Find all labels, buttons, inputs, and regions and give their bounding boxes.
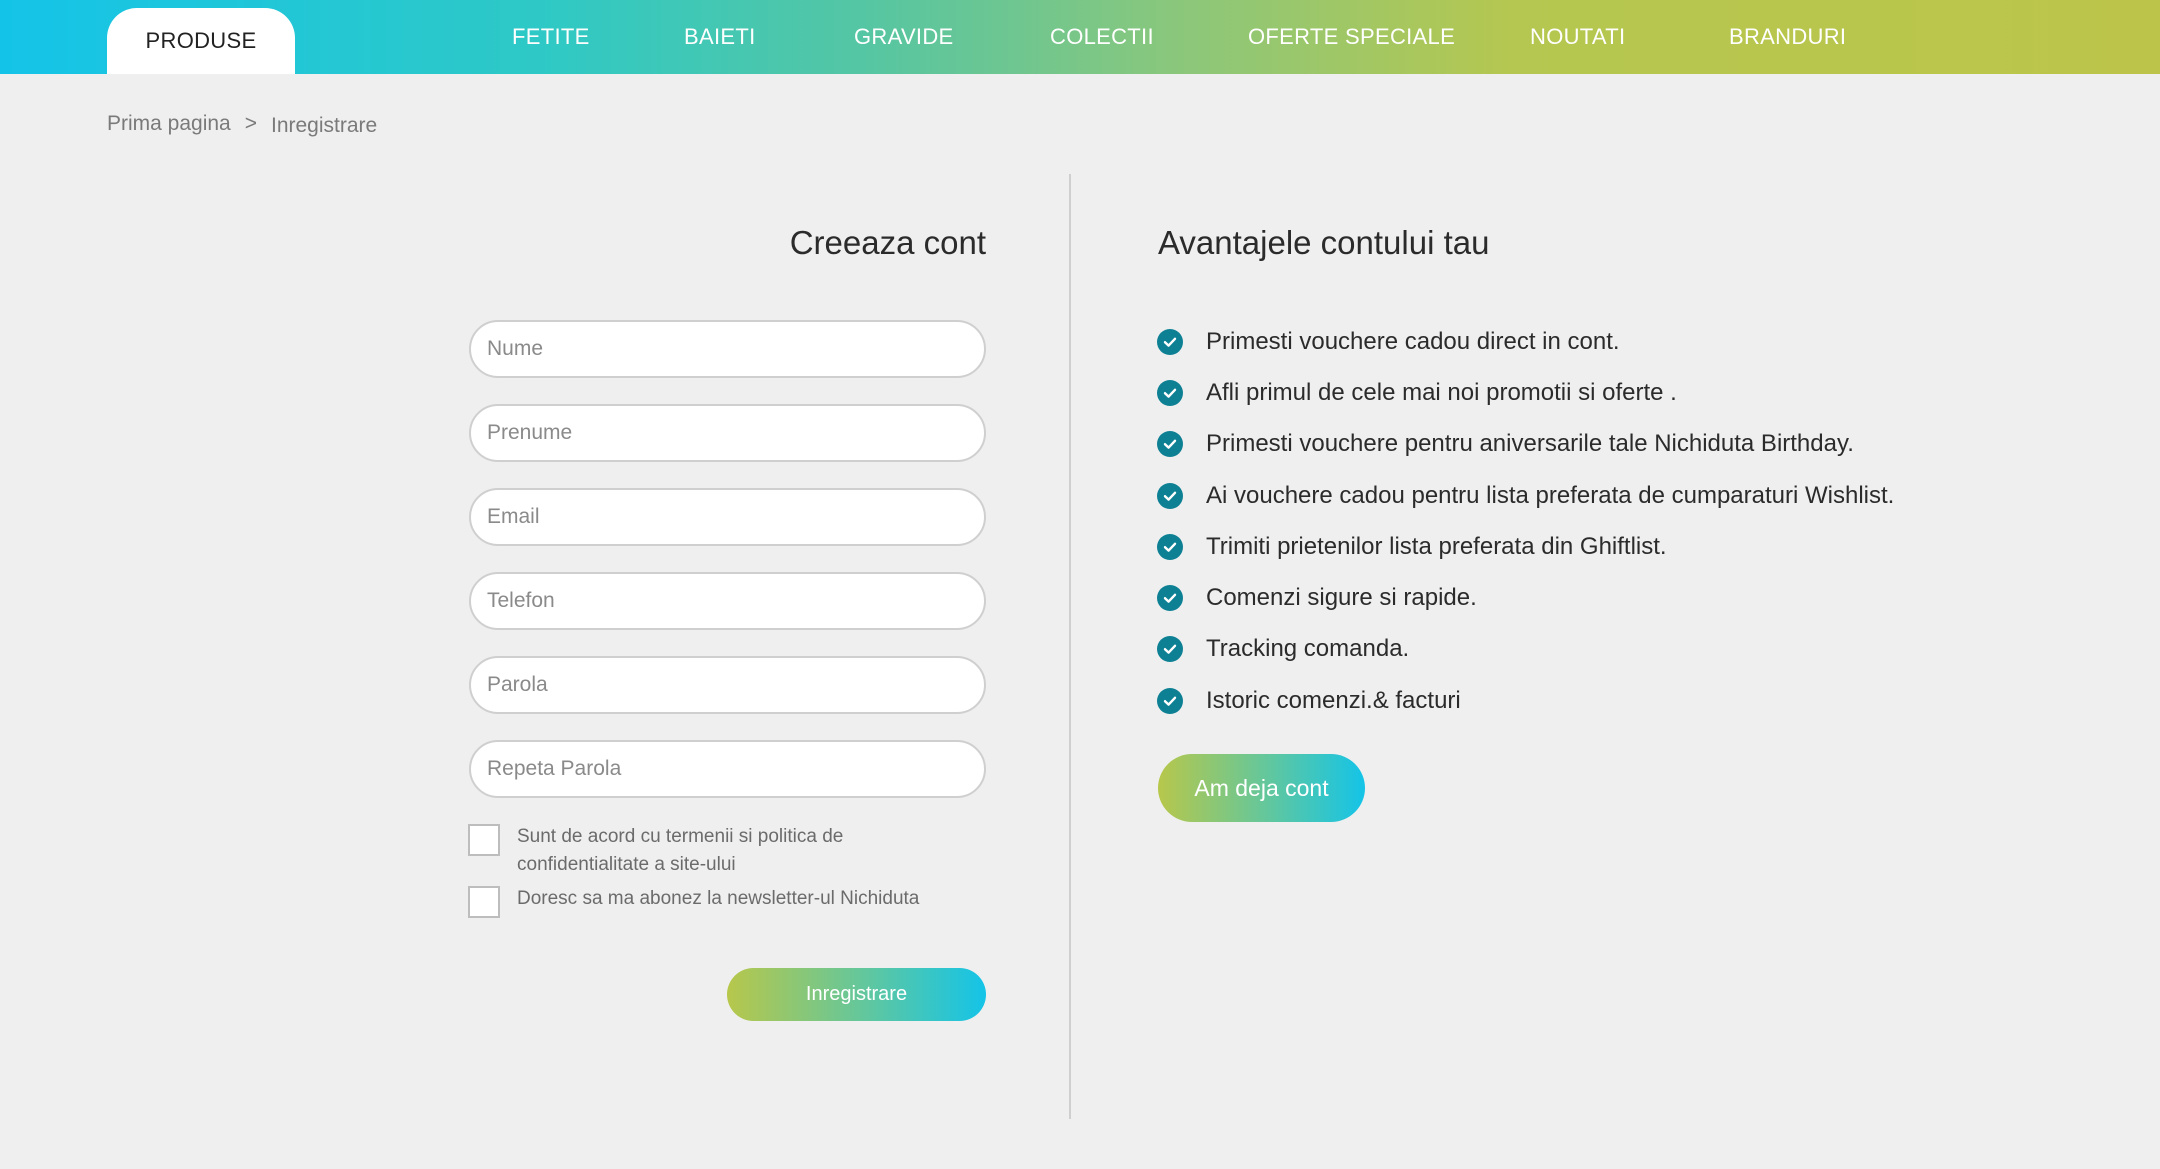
benefit-text: Ai vouchere cadou pentru lista preferata… (1206, 481, 1895, 509)
terms-row: Sunt de acord cu termenii si politica de… (468, 824, 937, 879)
benefit-text: Istoric comenzi.& facturi (1206, 686, 1461, 714)
benefits-title: Avantajele contului tau (1158, 224, 1490, 261)
telefon-input[interactable] (469, 572, 986, 630)
benefit-item: Tracking comanda. (1157, 624, 1894, 675)
benefit-item: Trimiti prietenilor lista preferata din … (1157, 521, 1894, 572)
newsletter-row: Doresc sa ma abonez la newsletter-ul Nic… (468, 886, 977, 918)
nav-item-baieti[interactable]: BAIETI (684, 0, 756, 74)
benefit-text: Comenzi sigure si rapide. (1206, 584, 1477, 612)
benefit-item: Comenzi sigure si rapide. (1157, 572, 1894, 623)
benefit-item: Ai vouchere cadou pentru lista preferata… (1157, 470, 1894, 521)
nav-item-colectii[interactable]: COLECTII (1050, 0, 1154, 74)
terms-label: Sunt de acord cu termenii si politica de… (517, 826, 844, 875)
benefit-item: Primesti vouchere pentru aniversarile ta… (1157, 419, 1894, 470)
nav-item-noutati[interactable]: NOUTATI (1530, 0, 1625, 74)
benefit-text: Afli primul de cele mai noi promotii si … (1206, 378, 1677, 406)
benefit-text: Primesti vouchere cadou direct in cont. (1206, 327, 1620, 355)
breadcrumb: Prima pagina > Inregistrare (107, 108, 377, 140)
check-circle-icon (1157, 687, 1183, 714)
benefit-text: Tracking comanda. (1206, 635, 1410, 663)
email-input[interactable] (469, 488, 986, 546)
benefit-text: Trimiti prietenilor lista preferata din … (1206, 532, 1667, 560)
form-title: Creeaza cont (789, 224, 986, 261)
check-circle-icon (1157, 379, 1183, 406)
nav-item-branduri[interactable]: BRANDURI (1729, 0, 1846, 74)
benefit-item: Istoric comenzi.& facturi (1157, 675, 1894, 726)
repeta-parola-input[interactable] (469, 740, 986, 798)
check-circle-icon (1157, 482, 1183, 509)
nav-item-fetite[interactable]: FETITE (512, 0, 590, 74)
benefit-item: Afli primul de cele mai noi promotii si … (1157, 367, 1894, 418)
breadcrumb-separator: > (244, 112, 257, 135)
prenume-input[interactable] (469, 404, 986, 462)
check-circle-icon (1157, 533, 1183, 560)
newsletter-label: Doresc sa ma abonez la newsletter-ul Nic… (517, 888, 920, 909)
nume-input[interactable] (469, 320, 986, 378)
nav-tab-produse[interactable]: PRODUSE (107, 8, 295, 74)
breadcrumb-current: Inregistrare (271, 113, 378, 137)
newsletter-checkbox[interactable] (468, 886, 500, 918)
parola-input[interactable] (469, 656, 986, 714)
nav-item-oferte-speciale[interactable]: OFERTE SPECIALE (1248, 0, 1455, 74)
nav-item-gravide[interactable]: GRAVIDE (854, 0, 954, 74)
check-circle-icon (1157, 636, 1183, 663)
breadcrumb-home-link[interactable]: Prima pagina (107, 112, 231, 136)
benefits-list: Primesti vouchere cadou direct in cont. … (1157, 316, 1894, 726)
register-button[interactable]: Inregistrare (727, 968, 986, 1021)
check-circle-icon (1157, 328, 1183, 355)
already-have-account-button[interactable]: Am deja cont (1158, 754, 1365, 822)
check-circle-icon (1157, 585, 1183, 612)
benefit-text: Primesti vouchere pentru aniversarile ta… (1206, 430, 1854, 458)
check-circle-icon (1157, 431, 1183, 458)
column-divider (1069, 174, 1071, 1119)
benefit-item: Primesti vouchere cadou direct in cont. (1157, 316, 1894, 367)
registration-page: PRODUSE FETITE BAIETI GRAVIDE COLECTII O… (0, 0, 2160, 1169)
top-navigation: PRODUSE FETITE BAIETI GRAVIDE COLECTII O… (0, 0, 2160, 74)
terms-checkbox[interactable] (468, 824, 500, 856)
